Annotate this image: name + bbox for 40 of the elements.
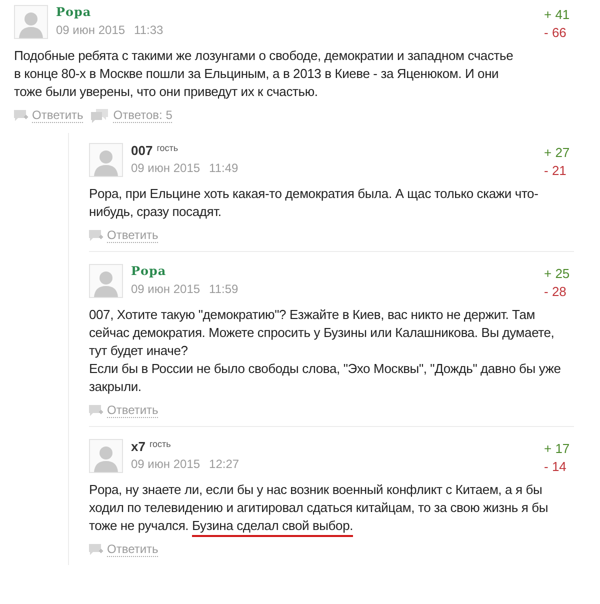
comment-date: 09 июн 2015 (56, 23, 126, 37)
avatar-icon (14, 5, 48, 39)
comment-text: Подобные ребята с такими же лозунгами о свободе, демократии и западном счастье в конце 80-х в Москве пошли за Ельциным, а в 2013 в Киеве - за Яценюком. И они тоже были уверены, что они приведут их к счастью. (14, 47, 514, 101)
speech-bubble-icon (89, 405, 103, 417)
comment-text: Pора, ну знаете ли, если бы у нас возник военный конфликт с Китаем, а я бы ходил по телевидению и агитировал сдаться китайцам, то за свою жизнь я бы тоже не ручался. Бузина сделал свой выбор. (89, 481, 564, 535)
comment-time: 11:49 (209, 161, 238, 175)
guest-label: гость (149, 439, 171, 449)
comment-date: 09 июн 2015 (131, 282, 200, 296)
reply-link[interactable]: Ответить (32, 109, 84, 123)
guest-label: гость (156, 143, 178, 153)
comment-time: 11:59 (209, 282, 238, 296)
comment-time: 12:27 (209, 457, 240, 471)
comment-date: 09 июн 2015 (131, 457, 200, 471)
avatar-icon (89, 439, 123, 473)
avatar-icon (89, 264, 123, 298)
downvote-count[interactable]: - 21 (544, 163, 566, 178)
reply-link[interactable]: Ответить (107, 404, 158, 418)
comment-text: Pора, при Ельцине хоть какая-то демократия была. А щас только скажи что-нибудь, сразу посадят. (89, 185, 540, 221)
comment-time: 11:33 (134, 23, 164, 37)
upvote-count[interactable]: + 27 (544, 145, 570, 160)
avatar-icon (89, 143, 123, 177)
replies-count-link[interactable]: Ответов: 5 (113, 109, 172, 123)
comment-text: 007, Хотите такую "демократию"? Езжайте в Киев, вас никто не держит. Там сейчас демократия. Можете спросить у Бузины или Калашникова. Вы думаете, тут будет иначе? Если бы в России не было свободы слова, "Эхо Москвы", "Дождь" давно бы уже закрыли. (89, 306, 562, 396)
upvote-count[interactable]: + 25 (544, 266, 570, 281)
speech-bubble-icon (14, 110, 28, 122)
upvote-count[interactable]: + 41 (544, 7, 570, 22)
author-name[interactable]: Pора (56, 5, 92, 19)
comment-date: 09 июн 2015 (131, 161, 200, 175)
speech-bubble-icon (89, 544, 103, 556)
downvote-count[interactable]: - 14 (544, 459, 566, 474)
speech-bubbles-icon (91, 109, 110, 123)
speech-bubble-icon (89, 230, 103, 242)
reply-link[interactable]: Ответить (107, 543, 158, 557)
downvote-count[interactable]: - 66 (544, 25, 566, 40)
downvote-count[interactable]: - 28 (544, 284, 566, 299)
reply-link[interactable]: Ответить (107, 229, 158, 243)
author-name[interactable]: x7 (131, 439, 146, 454)
author-name[interactable]: Pора (131, 264, 166, 278)
upvote-count[interactable]: + 17 (544, 441, 570, 456)
author-name[interactable]: 007 (131, 143, 153, 158)
